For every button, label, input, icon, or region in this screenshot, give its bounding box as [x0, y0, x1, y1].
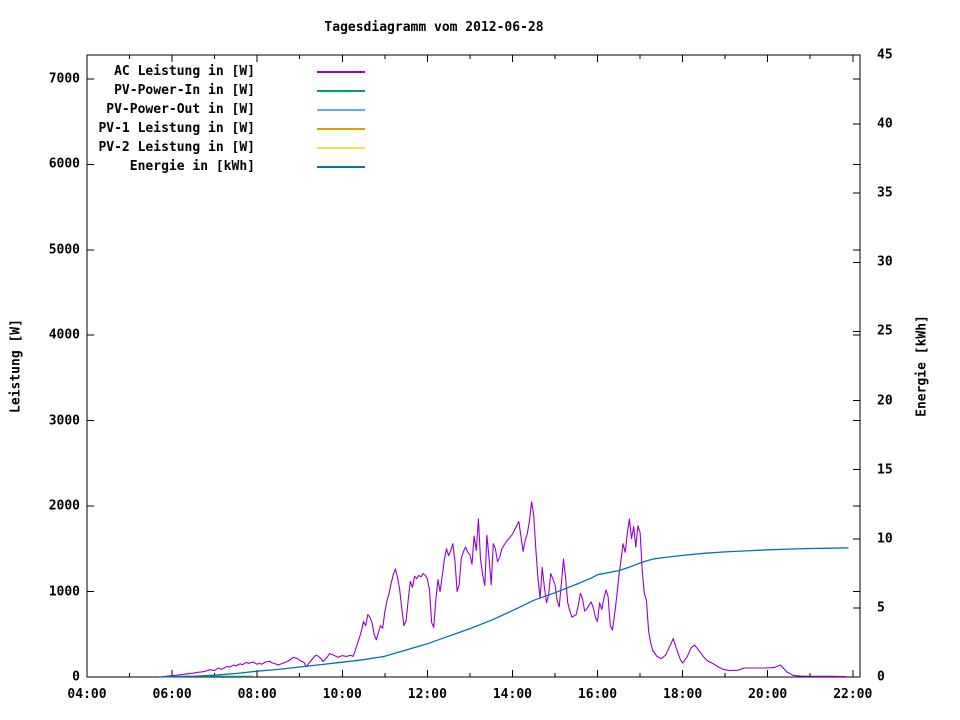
legend-label: PV-1 Leistung in [W] — [98, 121, 255, 136]
legend-item: PV-1 Leistung in [W] — [95, 119, 365, 138]
legend-label: PV-Power-Out in [W] — [106, 102, 255, 117]
x-tick-label: 18:00 — [663, 687, 703, 702]
x-tick-label: 08:00 — [237, 687, 277, 702]
y-right-tick-label: 25 — [877, 323, 893, 339]
y-right-tick-label: 30 — [877, 254, 893, 270]
x-tick-label: 04:00 — [67, 687, 107, 702]
legend-item: Energie in [kWh] — [95, 157, 365, 176]
y-right-tick-label: 0 — [877, 669, 885, 685]
y-right-tick-label: 20 — [877, 393, 893, 409]
y-right-tick-label: 10 — [877, 531, 893, 547]
y-left-tick-label: 6000 — [48, 156, 80, 172]
chart-canvas: Tagesdiagramm vom 2012-06-28 Leistung [W… — [0, 0, 960, 720]
legend-line-sample — [317, 70, 365, 73]
x-tick-label: 16:00 — [577, 687, 618, 702]
series-line-energie-in-kwh- — [161, 547, 849, 678]
legend-item: PV-Power-In in [W] — [95, 81, 365, 100]
y-right-tick-label: 40 — [877, 116, 893, 132]
legend-item: AC Leistung in [W] — [95, 62, 365, 81]
legend-label: Energie in [kWh] — [129, 159, 255, 174]
legend-line-sample — [317, 146, 365, 149]
legend-label: AC Leistung in [W] — [114, 64, 255, 79]
legend-line-sample — [317, 127, 365, 130]
x-tick-label: 12:00 — [407, 687, 447, 702]
x-tick-label: 10:00 — [322, 687, 362, 702]
x-tick-label: 22:00 — [833, 687, 873, 702]
y-left-tick-label: 2000 — [48, 498, 80, 514]
legend-item: PV-Power-Out in [W] — [95, 100, 365, 119]
x-tick-label: 14:00 — [492, 687, 532, 702]
y-right-tick-label: 5 — [877, 600, 885, 616]
series-line-ac-leistung-in-w- — [159, 501, 847, 678]
y-right-tick-label: 45 — [877, 47, 893, 63]
legend-line-sample — [317, 108, 365, 111]
legend: AC Leistung in [W] PV-Power-In in [W] PV-P… — [95, 62, 365, 176]
legend-label: PV-Power-In in [W] — [114, 83, 255, 98]
y-right-tick-label: 15 — [877, 462, 893, 478]
legend-line-sample — [317, 165, 365, 168]
legend-line-sample — [317, 89, 365, 92]
y-left-tick-label: 5000 — [48, 242, 80, 258]
x-tick-label: 20:00 — [748, 687, 788, 702]
y-left-tick-label: 7000 — [48, 71, 80, 87]
y-left-tick-label: 3000 — [48, 413, 80, 429]
legend-label: PV-2 Leistung in [W] — [98, 140, 255, 155]
y-right-tick-label: 35 — [877, 185, 893, 201]
y-left-tick-label: 4000 — [48, 327, 80, 343]
x-tick-label: 06:00 — [152, 687, 192, 702]
y-left-tick-label: 0 — [72, 669, 80, 685]
legend-item: PV-2 Leistung in [W] — [95, 138, 365, 157]
y-left-tick-label: 1000 — [48, 584, 80, 600]
